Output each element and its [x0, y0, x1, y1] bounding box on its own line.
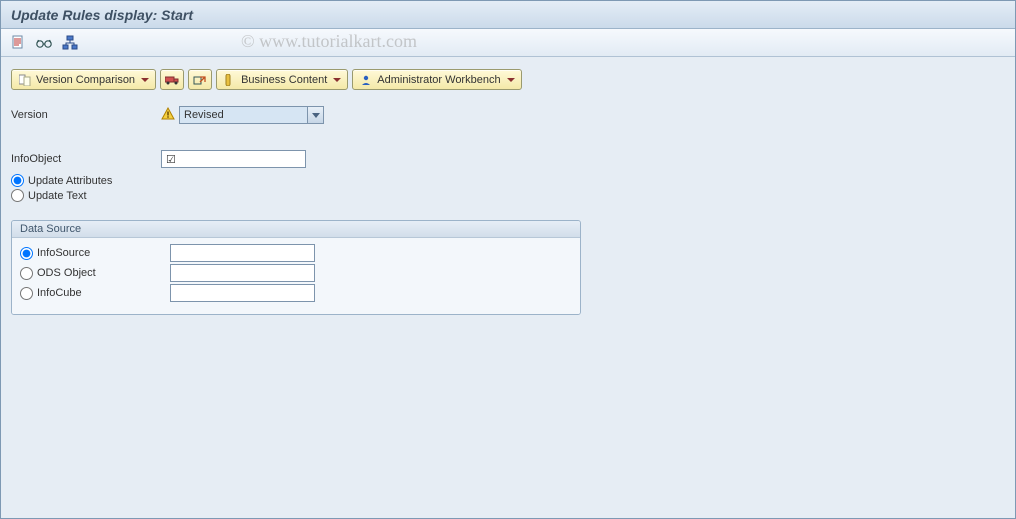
- transport-button[interactable]: [160, 69, 184, 90]
- button-toolbar: Version Comparison Business Content Admi…: [11, 69, 1005, 90]
- button-label: Business Content: [241, 74, 327, 86]
- glasses-icon[interactable]: [35, 34, 53, 52]
- infocube-input[interactable]: [170, 284, 315, 302]
- infosource-input[interactable]: [170, 244, 315, 262]
- document-icon[interactable]: [9, 34, 27, 52]
- version-comparison-button[interactable]: Version Comparison: [11, 69, 156, 90]
- chevron-down-icon: [141, 78, 149, 82]
- radio-input[interactable]: [20, 247, 33, 260]
- hierarchy-icon[interactable]: [61, 34, 79, 52]
- ods-row: ODS Object: [20, 264, 572, 282]
- admin-workbench-button[interactable]: Administrator Workbench: [352, 69, 521, 90]
- version-row: Version: [11, 106, 1005, 124]
- radio-label: Update Text: [28, 190, 87, 202]
- radio-input[interactable]: [20, 267, 33, 280]
- infoobject-row: InfoObject ☑: [11, 150, 1005, 168]
- infocube-row: InfoCube: [20, 284, 572, 302]
- infocube-radio[interactable]: InfoCube: [20, 287, 170, 300]
- update-text-radio[interactable]: Update Text: [11, 189, 1005, 202]
- radio-input[interactable]: [20, 287, 33, 300]
- admin-icon: [359, 73, 373, 87]
- truck-icon: [165, 73, 179, 87]
- version-value[interactable]: [179, 106, 324, 124]
- icon-toolbar: © www.tutorialkart.com: [1, 29, 1015, 57]
- label-text: Version: [11, 109, 48, 121]
- radio-label: Update Attributes: [28, 175, 112, 187]
- radio-label: InfoSource: [37, 247, 90, 259]
- chevron-down-icon: [507, 78, 515, 82]
- info-icon: [223, 73, 237, 87]
- arrow-out-icon: [193, 73, 207, 87]
- business-content-button[interactable]: Business Content: [216, 69, 348, 90]
- content-area: Version Comparison Business Content Admi…: [1, 57, 1015, 327]
- data-source-group: Data Source InfoSource ODS Object: [11, 220, 581, 315]
- button-label: Version Comparison: [36, 74, 135, 86]
- titlebar: Update Rules display: Start: [1, 1, 1015, 29]
- doc-compare-icon: [18, 73, 32, 87]
- radio-label: ODS Object: [37, 267, 96, 279]
- watermark: © www.tutorialkart.com: [241, 31, 417, 52]
- infoobject-label: InfoObject: [11, 153, 161, 165]
- infoobject-field[interactable]: [161, 150, 306, 168]
- chevron-down-icon: [312, 113, 320, 118]
- group-title: Data Source: [12, 221, 580, 238]
- radio-input[interactable]: [11, 189, 24, 202]
- button-label: Administrator Workbench: [377, 74, 500, 86]
- ods-radio[interactable]: ODS Object: [20, 267, 170, 280]
- ods-input[interactable]: [170, 264, 315, 282]
- page-title: Update Rules display: Start: [11, 7, 193, 23]
- version-label: Version: [11, 109, 161, 121]
- infosource-radio[interactable]: InfoSource: [20, 247, 170, 260]
- radio-label: InfoCube: [37, 287, 82, 299]
- infoobject-input[interactable]: [161, 150, 306, 168]
- version-select[interactable]: [179, 106, 324, 124]
- infosource-row: InfoSource: [20, 244, 572, 262]
- warning-icon: [161, 107, 175, 124]
- chevron-down-icon: [333, 78, 341, 82]
- update-attributes-radio[interactable]: Update Attributes: [11, 174, 1005, 187]
- radio-input[interactable]: [11, 174, 24, 187]
- export-button[interactable]: [188, 69, 212, 90]
- dropdown-button[interactable]: [307, 107, 323, 123]
